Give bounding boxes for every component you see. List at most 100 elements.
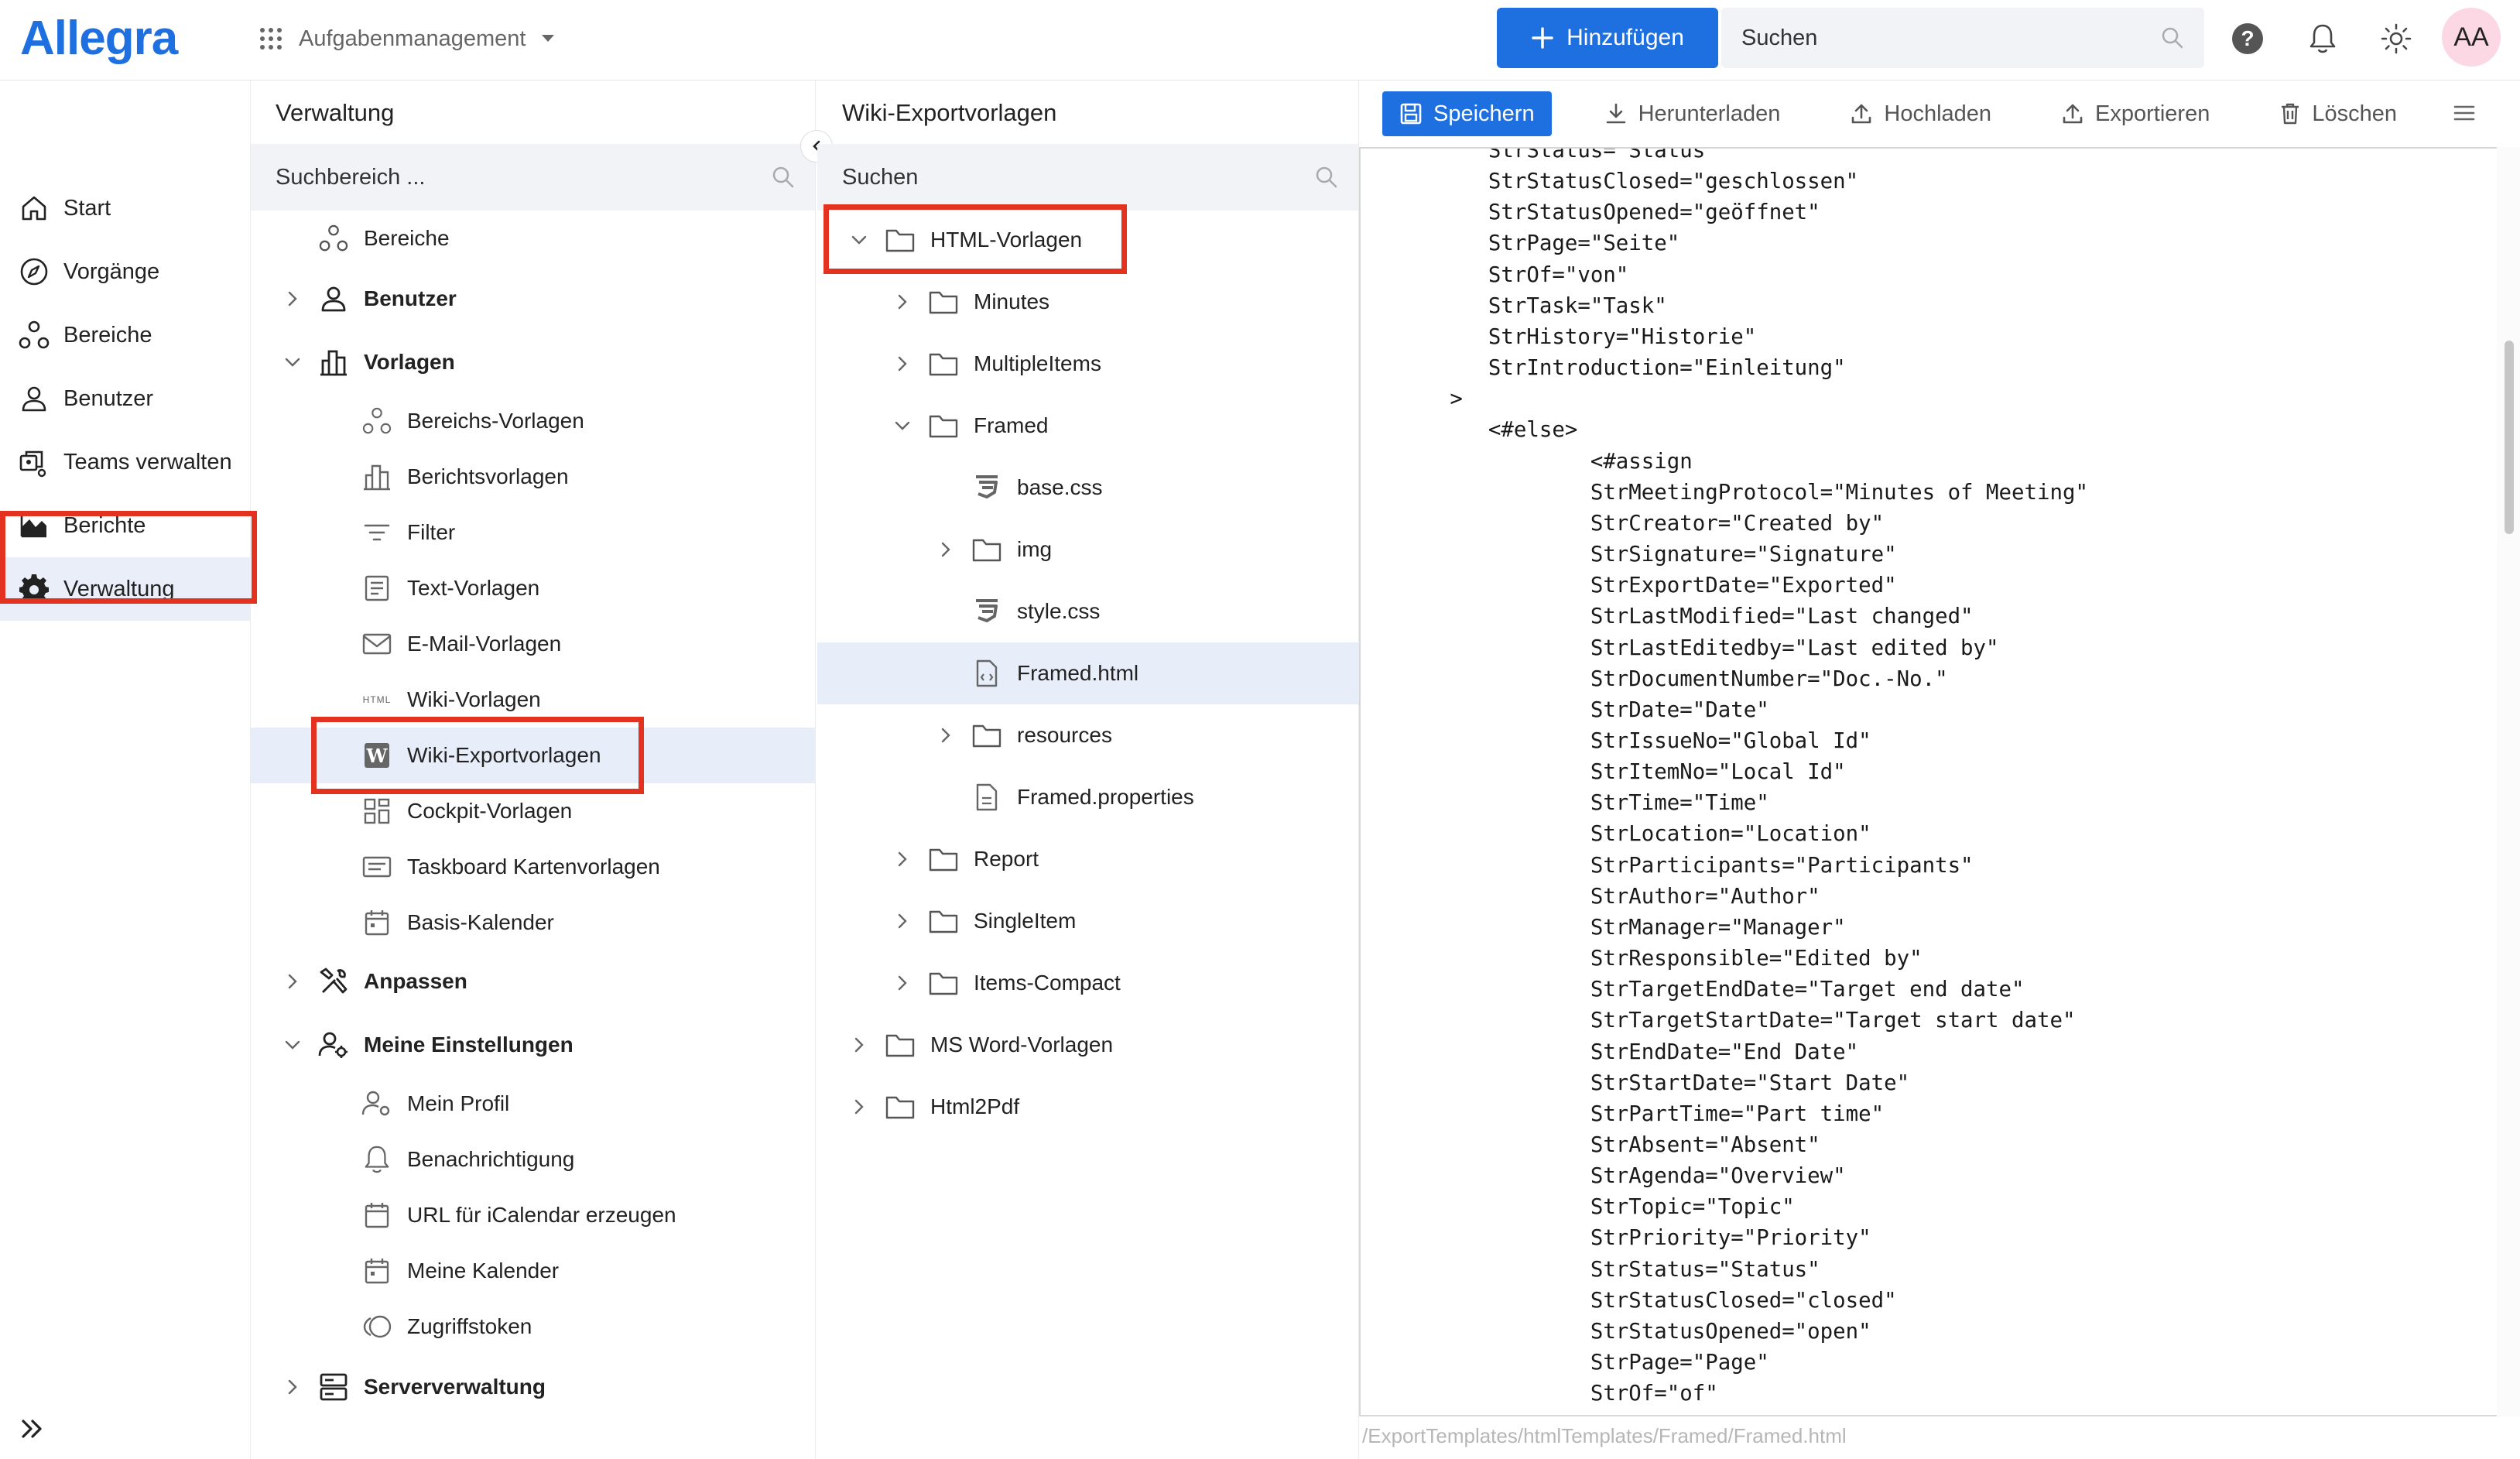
apps-grid-icon: [259, 26, 283, 51]
upload-button[interactable]: Hochladen: [1833, 91, 2008, 136]
tree-item-img[interactable]: img: [935, 522, 1356, 577]
tree-item-zugriffstoken[interactable]: Zugriffstoken: [361, 1299, 813, 1355]
allegra-logo[interactable]: Allegra: [20, 11, 178, 66]
folder-icon: [884, 1091, 916, 1123]
card-icon: [361, 851, 393, 883]
delete-button[interactable]: Löschen: [2262, 91, 2414, 136]
global-search-input[interactable]: Suchen: [1721, 8, 2204, 68]
tree-item-label: Items-Compact: [974, 971, 1121, 995]
chevron-right-icon[interactable]: [892, 848, 913, 870]
tree-item-berichtsvorlagen[interactable]: Berichtsvorlagen: [361, 449, 813, 505]
folder-icon: [971, 719, 1003, 752]
tree-item-meine-kalender[interactable]: Meine Kalender: [361, 1243, 813, 1299]
add-button[interactable]: Hinzufügen: [1497, 8, 1718, 68]
tree-item-label: style.css: [1017, 599, 1101, 623]
code-line: StrEndDate="End Date": [1361, 1039, 1859, 1064]
tree-item-vorlagen[interactable]: Vorlagen: [282, 334, 813, 390]
chevron-down-icon[interactable]: [892, 415, 913, 437]
chevron-right-icon[interactable]: [282, 288, 303, 310]
tree-item-bereiche[interactable]: Bereiche: [317, 211, 813, 266]
tree-item-filter[interactable]: Filter: [361, 505, 813, 560]
nodes-icon: [317, 222, 350, 255]
nav-item-benutzer[interactable]: Benutzer: [0, 367, 251, 430]
code-line: StrOf="of": [1361, 1382, 1718, 1406]
wiki-search-input[interactable]: Suchen: [817, 144, 1358, 211]
download-button[interactable]: Herunterladen: [1587, 91, 1798, 136]
tree-item-benachrichtigung[interactable]: Benachrichtigung: [361, 1132, 813, 1187]
tree-item-anpassen[interactable]: Anpassen: [282, 954, 813, 1009]
user-settings-icon: [317, 1029, 350, 1061]
tree-item-serververwaltung[interactable]: Serververwaltung: [282, 1359, 813, 1415]
tree-item-icalendar-url[interactable]: URL für iCalendar erzeugen: [361, 1187, 813, 1243]
tree-item-items-compact[interactable]: Items-Compact: [892, 955, 1356, 1011]
tree-item-taskboard-kartenvorlagen[interactable]: Taskboard Kartenvorlagen: [361, 839, 813, 895]
nav-item-start[interactable]: Start: [0, 176, 251, 240]
tree-item-text-vorlagen[interactable]: Text-Vorlagen: [361, 560, 813, 616]
chevron-down-icon[interactable]: [282, 351, 303, 373]
chevron-down-icon[interactable]: [282, 1034, 303, 1056]
chevron-right-icon[interactable]: [282, 1376, 303, 1398]
app-switcher[interactable]: Aufgabenmanagement: [259, 20, 555, 57]
tree-item-mein-profil[interactable]: Mein Profil: [361, 1076, 813, 1132]
admin-search-input[interactable]: Suchbereich ...: [251, 144, 815, 211]
folder-icon: [927, 967, 960, 999]
chevron-right-icon[interactable]: [892, 910, 913, 932]
tree-item-label: Text-Vorlagen: [407, 576, 540, 600]
code-line: StrPartTime="Part time": [1361, 1101, 1885, 1126]
tree-item-framed-html[interactable]: Framed.html: [817, 642, 1358, 704]
chevron-right-icon[interactable]: [892, 291, 913, 313]
global-search-placeholder: Suchen: [1741, 25, 1818, 50]
menu-icon[interactable]: [2449, 98, 2480, 128]
tree-item-report[interactable]: Report: [892, 831, 1356, 887]
code-line: StrStatus="Status": [1361, 147, 1718, 163]
trash-icon: [2279, 102, 2301, 125]
tree-item-basis-kalender[interactable]: Basis-Kalender: [361, 895, 813, 950]
code-line: StrDocumentNumber="Doc.-No.": [1361, 666, 1948, 691]
chevron-right-icon[interactable]: [935, 724, 957, 746]
tree-item-style-css[interactable]: style.css: [971, 584, 1356, 639]
tree-item-resources[interactable]: resources: [935, 707, 1356, 763]
chevron-right-icon[interactable]: [848, 1096, 870, 1118]
tree-item-meine-einstellungen[interactable]: Meine Einstellungen: [282, 1017, 813, 1073]
code-editor[interactable]: StrStatus="Status" StrStatusClosed="gesc…: [1359, 147, 2497, 1416]
nav-item-vorgaenge[interactable]: Vorgänge: [0, 240, 251, 303]
user-avatar[interactable]: AA: [2442, 8, 2501, 67]
tree-item-bereichs-vorlagen[interactable]: Bereichs-Vorlagen: [361, 393, 813, 449]
svg-text:?: ?: [2241, 26, 2254, 50]
user-icon: [317, 283, 350, 315]
tools-icon: [317, 965, 350, 998]
export-button[interactable]: Exportieren: [2044, 91, 2227, 136]
chevron-right-icon[interactable]: [935, 539, 957, 560]
save-button[interactable]: Speichern: [1382, 91, 1552, 136]
expand-sidebar-icon[interactable]: [17, 1413, 48, 1444]
editor-scrollbar-thumb[interactable]: [2505, 341, 2514, 534]
tree-item-minutes[interactable]: Minutes: [892, 274, 1356, 330]
nav-item-bereiche[interactable]: Bereiche: [0, 303, 251, 367]
code-line: StrExportDate="Exported": [1361, 574, 1897, 598]
tree-item-framed[interactable]: Framed: [892, 398, 1356, 454]
admin-tree-panel: Verwaltung Suchbereich ... Bereiche Benu…: [251, 80, 816, 1459]
bell-icon[interactable]: [2303, 19, 2343, 59]
theme-sun-icon[interactable]: [2376, 19, 2416, 59]
tree-item-multipleitems[interactable]: MultipleItems: [892, 336, 1356, 392]
code-content: StrStatus="Status" StrStatusClosed="gesc…: [1361, 147, 2088, 1409]
tree-item-ms-word-vorlagen[interactable]: MS Word-Vorlagen: [848, 1017, 1356, 1073]
chevron-right-icon[interactable]: [892, 972, 913, 994]
tree-item-base-css[interactable]: base.css: [971, 460, 1356, 515]
code-line: StrDate="Date": [1361, 697, 1769, 722]
tree-item-html2pdf[interactable]: Html2Pdf: [848, 1079, 1356, 1135]
tree-item-singleitem[interactable]: SingleItem: [892, 893, 1356, 949]
tree-item-benutzer[interactable]: Benutzer: [282, 271, 813, 327]
highlight-box: [311, 717, 644, 794]
code-line: StrIssueNo="Global Id": [1361, 728, 1871, 753]
nav-item-teams[interactable]: Teams verwalten: [0, 430, 251, 494]
tree-item-framed-properties[interactable]: Framed.properties: [971, 769, 1356, 825]
help-icon[interactable]: ?: [2227, 19, 2268, 59]
tree-item-cockpit-vorlagen[interactable]: Cockpit-Vorlagen: [361, 783, 813, 839]
editor-scrollbar[interactable]: [2497, 147, 2520, 1416]
tree-item-email-vorlagen[interactable]: E-Mail-Vorlagen: [361, 616, 813, 672]
code-line: StrAgenda="Overview": [1361, 1164, 1846, 1189]
chevron-right-icon[interactable]: [848, 1034, 870, 1056]
chevron-right-icon[interactable]: [282, 971, 303, 992]
chevron-right-icon[interactable]: [892, 353, 913, 375]
